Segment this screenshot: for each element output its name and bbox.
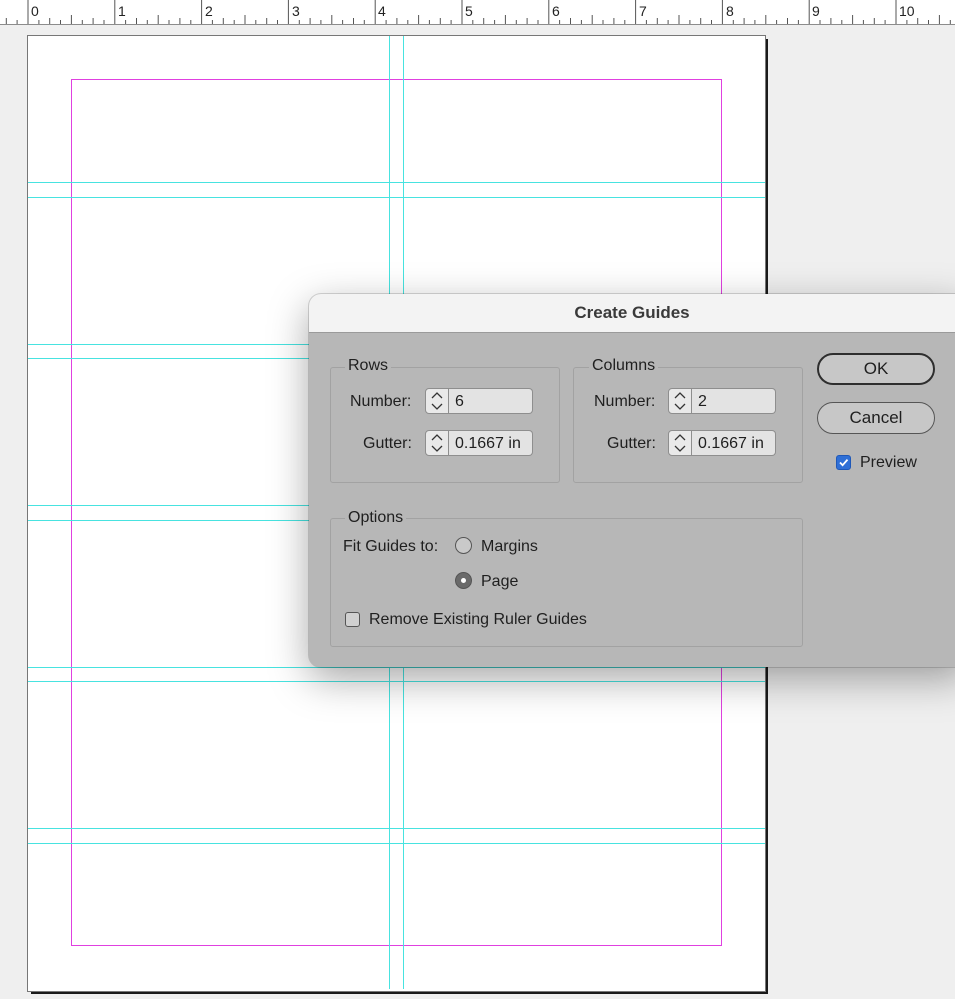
stepper-arrows-icon: [674, 434, 686, 452]
ruler-guide-horizontal[interactable]: [28, 843, 765, 844]
columns-gutter-stepper[interactable]: [668, 430, 692, 456]
ruler-label-7: 7: [639, 3, 647, 19]
fit-page-radio[interactable]: [455, 572, 472, 589]
stepper-arrows-icon: [674, 392, 686, 410]
ruler-label-10: 10: [899, 3, 915, 19]
rows-number-label: Number:: [350, 393, 412, 410]
rows-gutter-label: Gutter:: [363, 435, 412, 452]
stepper-arrows-icon: [431, 392, 443, 410]
ok-button[interactable]: OK: [817, 353, 935, 385]
remove-existing-guides-label[interactable]: Remove Existing Ruler Guides: [369, 611, 587, 629]
ruler-label-1: 1: [118, 3, 126, 19]
preview-checkbox[interactable]: [836, 455, 851, 470]
ruler-label-2: 2: [205, 3, 213, 19]
cancel-button[interactable]: Cancel: [817, 402, 935, 434]
rows-gutter-input[interactable]: 0.1667 in: [449, 430, 533, 456]
ruler-label-0: 0: [31, 3, 39, 19]
checkmark-icon: [839, 459, 849, 467]
ruler-label-4: 4: [378, 3, 386, 19]
fit-page-label[interactable]: Page: [481, 573, 518, 591]
rows-number-input[interactable]: 6: [449, 388, 533, 414]
ruler-guide-horizontal[interactable]: [28, 681, 765, 682]
ruler-guide-horizontal[interactable]: [28, 197, 765, 198]
columns-gutter-label: Gutter:: [607, 435, 656, 452]
ruler-label-3: 3: [292, 3, 300, 19]
preview-label[interactable]: Preview: [860, 454, 917, 472]
horizontal-ruler[interactable]: 0 1 2 3 4 5 6 7 8 9 10: [0, 0, 955, 25]
fit-margins-label[interactable]: Margins: [481, 538, 538, 556]
ruler-label-9: 9: [812, 3, 820, 19]
rows-group-label: Rows: [345, 357, 392, 375]
columns-number-stepper[interactable]: [668, 388, 692, 414]
options-group-label: Options: [345, 509, 407, 527]
ruler-guide-horizontal[interactable]: [28, 828, 765, 829]
columns-number-label: Number:: [594, 393, 656, 410]
fit-guides-label: Fit Guides to:: [343, 538, 439, 555]
dialog-title: Create Guides: [574, 303, 690, 322]
create-guides-dialog: Create Guides Rows Number: 6 Gutter: 0.1…: [309, 294, 955, 667]
columns-gutter-input[interactable]: 0.1667 in: [692, 430, 776, 456]
ruler-guide-horizontal[interactable]: [28, 182, 765, 183]
columns-group: [573, 367, 803, 483]
columns-group-label: Columns: [589, 357, 659, 375]
ruler-label-6: 6: [552, 3, 560, 19]
ruler-label-8: 8: [726, 3, 734, 19]
remove-existing-guides-checkbox[interactable]: [345, 612, 360, 627]
rows-number-stepper[interactable]: [425, 388, 449, 414]
dialog-titlebar[interactable]: Create Guides: [309, 294, 955, 333]
stepper-arrows-icon: [431, 434, 443, 452]
ruler-guide-horizontal[interactable]: [28, 667, 765, 668]
fit-margins-radio[interactable]: [455, 537, 472, 554]
rows-gutter-stepper[interactable]: [425, 430, 449, 456]
rows-group: [330, 367, 560, 483]
ruler-label-5: 5: [465, 3, 473, 19]
columns-number-input[interactable]: 2: [692, 388, 776, 414]
